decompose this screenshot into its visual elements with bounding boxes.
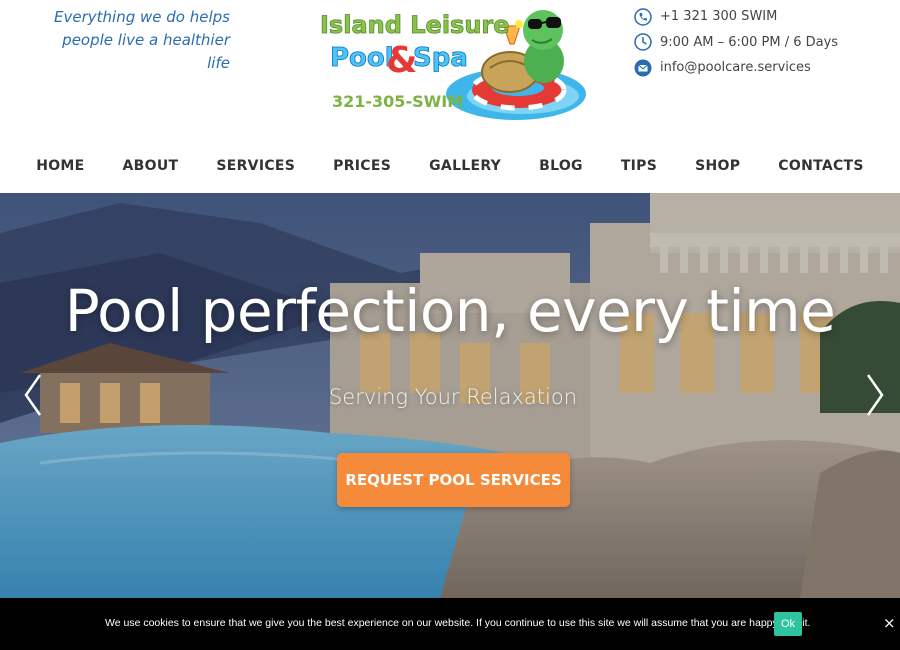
nav-item-contacts[interactable]: CONTACTS xyxy=(759,158,883,174)
contact-info: +1 321 300 SWIM 9:00 AM – 6:00 PM / 6 Da… xyxy=(634,4,884,81)
contact-email-text: info@poolcare.services xyxy=(660,60,811,76)
clock-icon xyxy=(634,33,652,51)
hero-slider: Pool perfection, every time Serving Your… xyxy=(0,193,900,598)
tagline: Everything we do helps people live a hea… xyxy=(40,6,230,75)
site-header: Everything we do helps people live a hea… xyxy=(0,0,900,140)
slider-prev-button[interactable] xyxy=(18,371,48,419)
logo-line2-b: Spa xyxy=(413,43,468,73)
logo-phone: 321-305-SWIM xyxy=(332,92,463,111)
nav-item-shop[interactable]: SHOP xyxy=(676,158,759,174)
hero-subtitle: Serving Your Relaxation xyxy=(328,385,578,409)
chevron-right-icon xyxy=(866,374,884,416)
nav-item-prices[interactable]: PRICES xyxy=(314,158,410,174)
slider-next-button[interactable] xyxy=(860,371,890,419)
nav-item-services[interactable]: SERVICES xyxy=(197,158,314,174)
cookie-banner: We use cookies to ensure that we give yo… xyxy=(0,598,900,650)
logo-line2-a: Pool xyxy=(330,43,394,73)
nav-item-tips[interactable]: TIPS xyxy=(602,158,676,174)
nav-item-about[interactable]: ABOUT xyxy=(104,158,198,174)
cookie-message: We use cookies to ensure that we give yo… xyxy=(105,617,811,629)
nav-item-home[interactable]: HOME xyxy=(17,158,103,174)
nav-item-gallery[interactable]: GALLERY xyxy=(410,158,520,174)
chevron-left-icon xyxy=(24,374,42,416)
contact-hours-text: 9:00 AM – 6:00 PM / 6 Days xyxy=(660,34,839,50)
tagline-line2: people live a healthier life xyxy=(62,31,230,72)
contact-phone[interactable]: +1 321 300 SWIM xyxy=(634,4,884,30)
contact-hours: 9:00 AM – 6:00 PM / 6 Days xyxy=(634,30,884,56)
tagline-line1: Everything we do helps xyxy=(54,8,230,26)
contact-email[interactable]: info@poolcare.services xyxy=(634,55,884,81)
cookie-ok-button[interactable]: Ok xyxy=(774,612,802,636)
email-icon xyxy=(634,59,652,77)
main-nav: HOME ABOUT SERVICES PRICES GALLERY BLOG … xyxy=(0,140,900,192)
phone-icon xyxy=(634,8,652,26)
hero-title: Pool perfection, every time xyxy=(64,277,836,345)
request-pool-services-button[interactable]: REQUEST POOL SERVICES xyxy=(337,453,570,507)
site-logo[interactable]: Island Leisure Pool & Spa 321-305-SWIM xyxy=(318,6,590,128)
close-icon[interactable]: × xyxy=(883,615,897,631)
nav-item-blog[interactable]: BLOG xyxy=(520,158,602,174)
logo-line1: Island Leisure xyxy=(320,11,510,39)
contact-phone-text: +1 321 300 SWIM xyxy=(660,9,778,25)
